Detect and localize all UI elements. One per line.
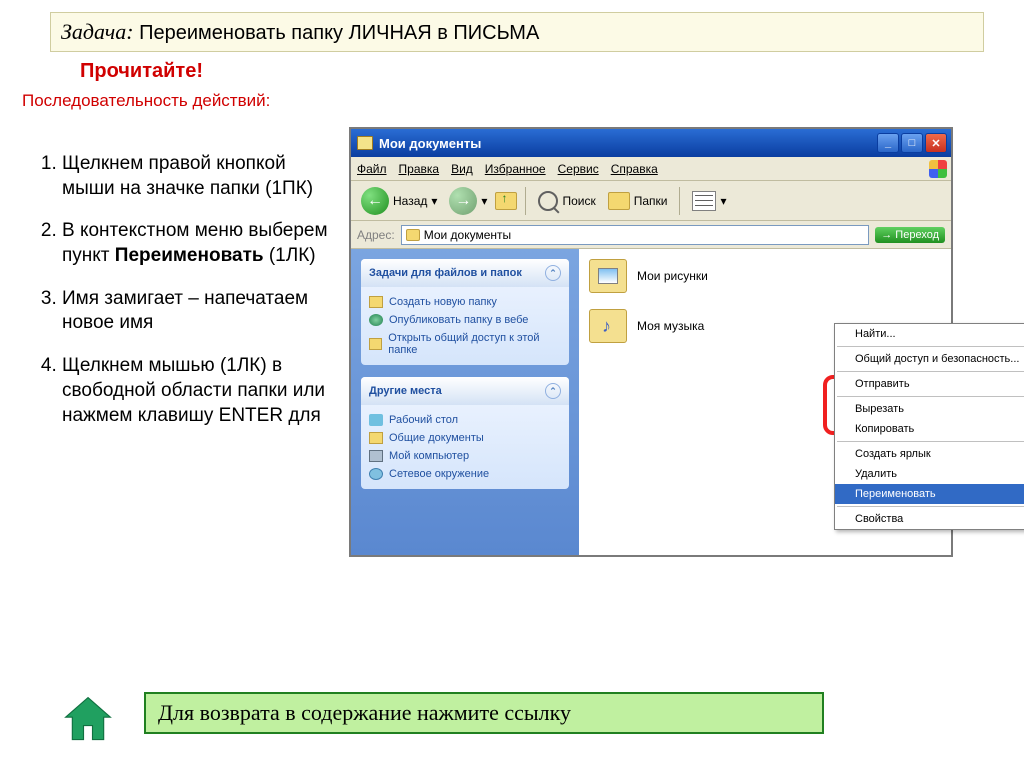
instruction-step: Щелкнем мышью (1ЛК) в свободной области … <box>62 354 328 428</box>
back-icon: ← <box>361 187 389 215</box>
task-share[interactable]: Открыть общий доступ к этой папке <box>369 329 561 359</box>
context-menu-item[interactable]: Общий доступ и безопасность... <box>835 349 1024 369</box>
place-desktop[interactable]: Рабочий стол <box>369 411 561 429</box>
windows-logo-icon <box>929 160 947 178</box>
read-warning: Прочитайте! <box>80 60 1024 83</box>
explorer-window: Мои документы _ □ ✕ Файл Правка Вид Избр… <box>349 127 953 557</box>
task-bar: Задача: Переименовать папку ЛИЧНАЯ в ПИС… <box>50 12 984 52</box>
music-icon <box>589 309 627 343</box>
tasks-header[interactable]: Задачи для файлов и папок ⌃ <box>361 259 569 287</box>
context-menu-item[interactable]: Переименовать <box>835 484 1024 504</box>
go-button[interactable]: → Переход <box>875 227 945 243</box>
views-icon <box>692 191 716 211</box>
window-title: Мои документы <box>379 136 875 151</box>
up-button[interactable] <box>495 192 517 210</box>
place-my-computer[interactable]: Мой компьютер <box>369 447 561 465</box>
context-menu-item[interactable]: Создать ярлык <box>835 444 1024 464</box>
search-button[interactable]: Поиск <box>534 189 599 213</box>
instructions-list: Щелкнем правой кнопкой мыши на значке па… <box>28 152 328 446</box>
menubar: Файл Правка Вид Избранное Сервис Справка <box>351 157 951 181</box>
minimize-button[interactable]: _ <box>877 133 899 153</box>
context-menu: Найти... Общий доступ и безопасность... От… <box>834 323 1024 530</box>
places-header[interactable]: Другие места ⌃ <box>361 377 569 405</box>
footer-link[interactable]: Для возврата в содержание нажмите ссылку <box>144 692 824 734</box>
home-button[interactable] <box>60 692 116 748</box>
folder-icon <box>357 136 373 150</box>
context-menu-item[interactable]: Вырезать <box>835 399 1024 419</box>
address-label: Адрес: <box>357 228 395 242</box>
instruction-step: В контекстном меню выберем пункт Переиме… <box>62 219 328 268</box>
folders-button[interactable]: Папки <box>604 190 672 212</box>
instruction-step: Щелкнем правой кнопкой мыши на значке па… <box>62 152 328 201</box>
menu-favorites[interactable]: Избранное <box>485 162 546 176</box>
task-prefix: Задача: <box>61 19 134 44</box>
folders-icon <box>608 192 630 210</box>
addressbar: Адрес: Мои документы → Переход <box>351 221 951 249</box>
my-pictures-folder[interactable]: Мои рисунки <box>589 259 941 293</box>
close-button[interactable]: ✕ <box>925 133 947 153</box>
context-menu-item[interactable]: Свойства <box>835 509 1024 529</box>
menu-tools[interactable]: Сервис <box>558 162 599 176</box>
context-menu-item[interactable]: Отправить▶ <box>835 374 1024 394</box>
sequence-label: Последовательность действий: <box>22 91 1024 111</box>
views-button[interactable]: ▾ <box>688 189 730 213</box>
sidebar: Задачи для файлов и папок ⌃ Создать нову… <box>351 249 579 555</box>
places-panel: Другие места ⌃ Рабочий стол Общие докуме… <box>361 377 569 489</box>
titlebar[interactable]: Мои документы _ □ ✕ <box>351 129 951 157</box>
collapse-icon[interactable]: ⌃ <box>545 265 561 281</box>
collapse-icon[interactable]: ⌃ <box>545 383 561 399</box>
back-button[interactable]: ← Назад ▾ <box>357 185 441 217</box>
pictures-icon <box>589 259 627 293</box>
place-network[interactable]: Сетевое окружение <box>369 465 561 483</box>
address-input[interactable]: Мои документы <box>401 225 870 245</box>
context-menu-item[interactable]: Удалить <box>835 464 1024 484</box>
tasks-panel: Задачи для файлов и папок ⌃ Создать нову… <box>361 259 569 365</box>
folder-icon <box>406 229 420 241</box>
menu-help[interactable]: Справка <box>611 162 658 176</box>
menu-view[interactable]: Вид <box>451 162 473 176</box>
place-shared-docs[interactable]: Общие документы <box>369 429 561 447</box>
context-menu-item[interactable]: Копировать <box>835 419 1024 439</box>
search-icon <box>538 191 558 211</box>
context-menu-item[interactable]: Найти... <box>835 324 1024 344</box>
menu-edit[interactable]: Правка <box>399 162 440 176</box>
task-new-folder[interactable]: Создать новую папку <box>369 293 561 311</box>
maximize-button[interactable]: □ <box>901 133 923 153</box>
instruction-step: Имя замигает – напечатаем новое имя <box>62 287 328 336</box>
forward-icon: → <box>449 187 477 215</box>
task-publish[interactable]: Опубликовать папку в вебе <box>369 311 561 329</box>
toolbar: ← Назад ▾ → ▾ Поиск Папки ▾ <box>351 181 951 221</box>
task-text: Переименовать папку ЛИЧНАЯ в ПИСЬМА <box>139 22 539 44</box>
menu-file[interactable]: Файл <box>357 162 387 176</box>
forward-button[interactable]: → ▾ <box>445 185 491 217</box>
